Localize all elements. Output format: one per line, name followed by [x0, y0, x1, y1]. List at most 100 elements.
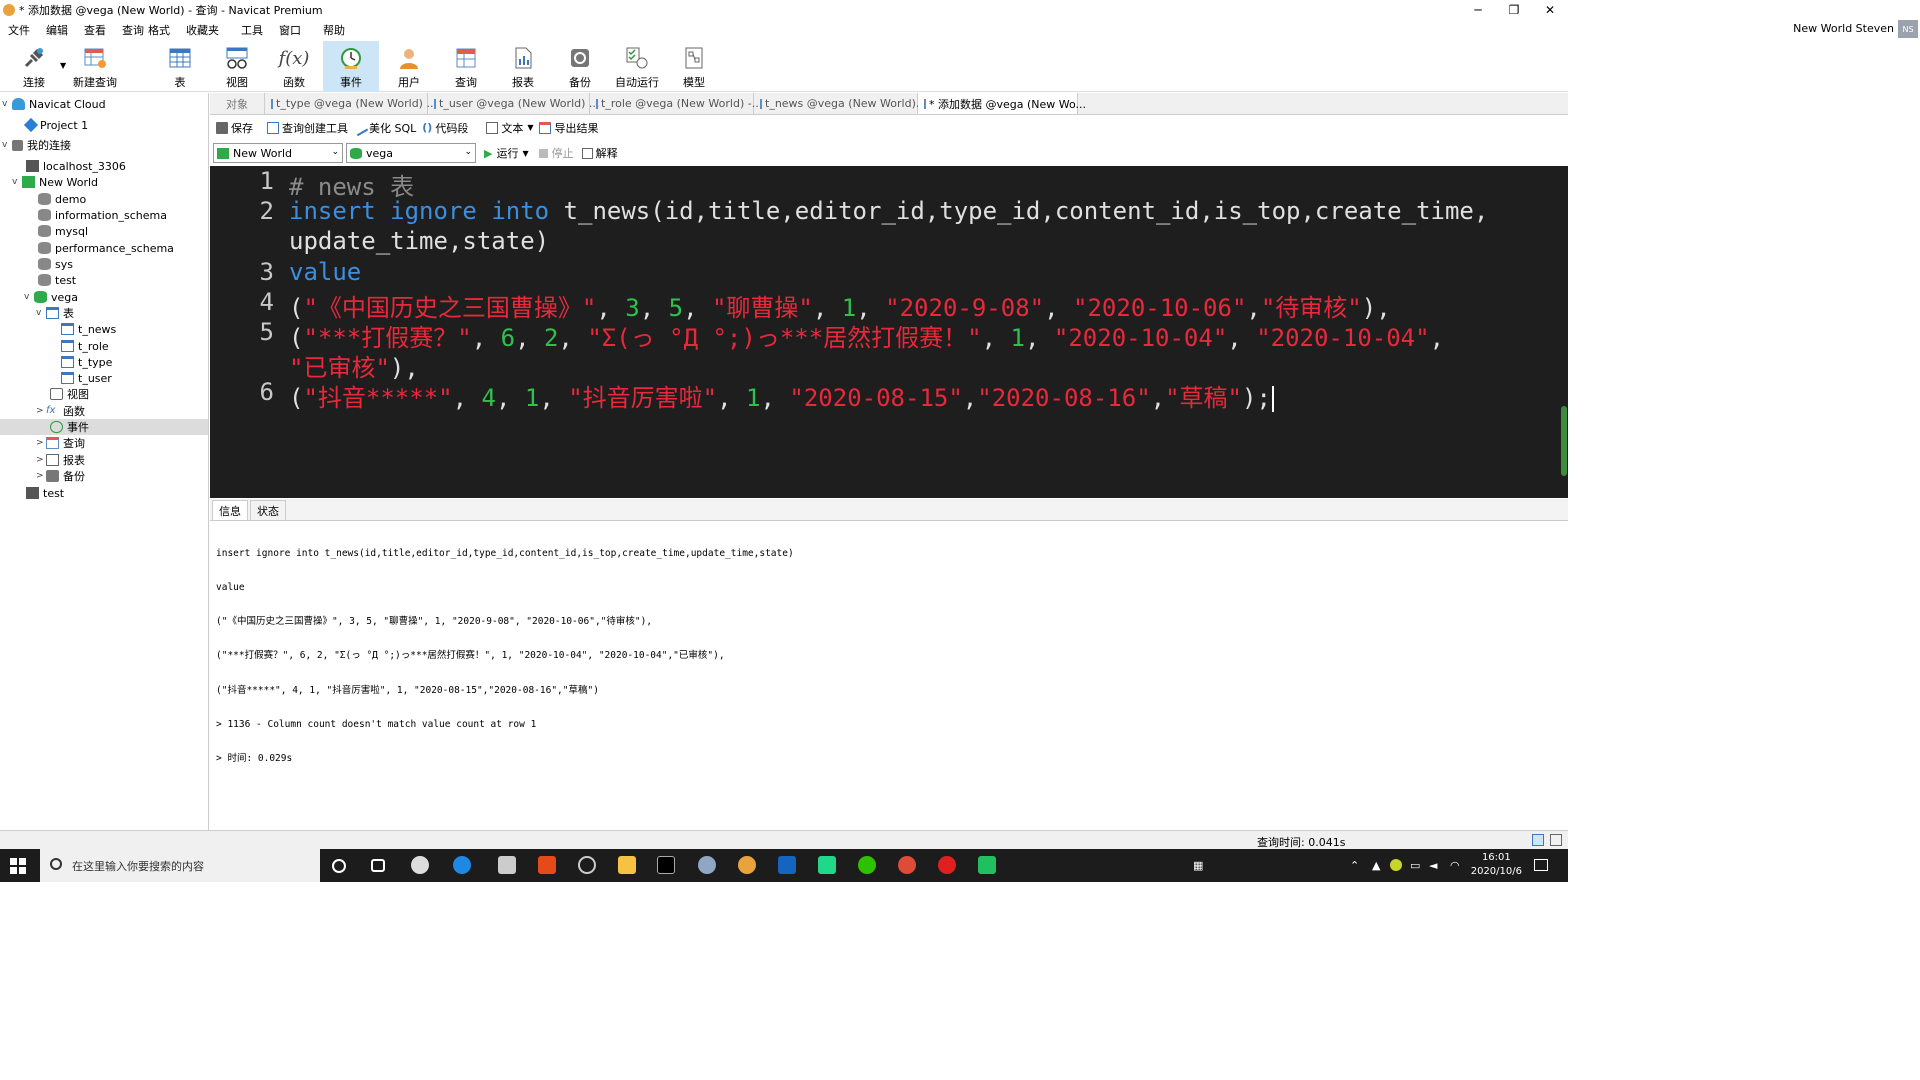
- tab-status[interactable]: 状态: [250, 500, 286, 520]
- query-builder-button[interactable]: 查询创建工具: [267, 120, 348, 136]
- store-icon[interactable]: [498, 856, 516, 874]
- tree-item-t-role[interactable]: t_role: [61, 338, 109, 354]
- tree-item-test-db[interactable]: test: [38, 272, 76, 288]
- tree-item-queries[interactable]: > 查询: [36, 435, 85, 451]
- pycharm-icon[interactable]: [818, 856, 836, 874]
- tab-t-role[interactable]: t_role @vega (New World) -...: [590, 93, 762, 114]
- connect-dropdown-icon[interactable]: ▼: [60, 61, 66, 70]
- sql-editor[interactable]: 123456 # news 表 insert ignore into t_news…: [210, 166, 1568, 498]
- tree-item-t-user[interactable]: t_user: [61, 370, 112, 386]
- tree-item-reports[interactable]: > 报表: [36, 452, 85, 468]
- action-center-icon[interactable]: [1534, 859, 1548, 871]
- database-select[interactable]: vega ⌄: [346, 143, 476, 163]
- query-button[interactable]: 查询: [438, 41, 494, 92]
- tree-item-test-connection[interactable]: test: [26, 485, 64, 501]
- report-button[interactable]: 报表: [495, 41, 551, 92]
- tree-item-vega[interactable]: v vega: [24, 289, 78, 305]
- settings-icon[interactable]: [578, 856, 596, 874]
- explain-button[interactable]: 解释: [581, 145, 618, 161]
- expand-arrow-icon[interactable]: v: [2, 140, 12, 150]
- expand-arrow-icon[interactable]: >: [36, 406, 46, 416]
- menu-favorites[interactable]: 收藏夹: [178, 22, 227, 38]
- connect-button[interactable]: 连接: [6, 41, 62, 92]
- tree-item-sys[interactable]: sys: [38, 256, 73, 272]
- expand-arrow-icon[interactable]: v: [12, 177, 22, 187]
- tree-item-new-world[interactable]: v New World: [12, 174, 98, 190]
- input-method-icon[interactable]: ▦: [1193, 859, 1203, 872]
- tab-objects[interactable]: 对象: [210, 93, 265, 114]
- tree-item-navicat-cloud[interactable]: v Navicat Cloud: [2, 96, 106, 112]
- tree-item-mysql[interactable]: mysql: [38, 223, 88, 239]
- navicat-taskbar-icon[interactable]: [738, 856, 756, 874]
- tree-item-functions[interactable]: > fx 函数: [36, 403, 85, 419]
- wifi-icon[interactable]: ◠: [1450, 859, 1460, 872]
- user-button[interactable]: 用户: [381, 41, 437, 92]
- connection-select[interactable]: New World ⌄: [213, 143, 343, 163]
- close-button[interactable]: ✕: [1532, 0, 1568, 20]
- tree-item-events[interactable]: 事件: [0, 419, 208, 435]
- tree-item-my-connections[interactable]: v 我的连接: [2, 137, 71, 153]
- layout-split-icon[interactable]: [1532, 834, 1544, 846]
- layout-single-icon[interactable]: [1550, 834, 1562, 846]
- volume-icon[interactable]: ◄: [1429, 859, 1437, 872]
- code-line[interactable]: update_time,state): [289, 227, 549, 255]
- code-line[interactable]: ("***打假赛？", 6, 2, "Σ(っ °Д °;)っ***居然打假赛！"…: [289, 318, 1444, 353]
- taskbar-search[interactable]: 在这里输入你要搜索的内容: [40, 849, 320, 882]
- system-clock[interactable]: 16:01 2020/10/6: [1471, 851, 1522, 879]
- edge-browser-icon[interactable]: [453, 856, 471, 874]
- wechat-icon[interactable]: [858, 856, 876, 874]
- user-name[interactable]: New World Steven: [1793, 22, 1894, 35]
- menu-help[interactable]: 帮助: [315, 22, 353, 38]
- tab-add-data-query[interactable]: * 添加数据 @vega (New Wo...: [918, 93, 1086, 114]
- office-icon[interactable]: [538, 856, 556, 874]
- expand-arrow-icon[interactable]: >: [36, 438, 46, 448]
- run-dropdown-icon[interactable]: ▼: [522, 149, 528, 158]
- tree-item-tables[interactable]: v表: [36, 305, 74, 321]
- avatar[interactable]: NS: [1898, 20, 1918, 38]
- text-dropdown-icon[interactable]: ▼: [527, 123, 533, 132]
- editor-scrollbar[interactable]: [1560, 166, 1568, 498]
- tree-item-information-schema[interactable]: information_schema: [38, 207, 167, 223]
- tab-t-user[interactable]: t_user @vega (New World) ...: [428, 93, 599, 114]
- tree-item-backups[interactable]: > 备份: [36, 468, 85, 484]
- new-query-button[interactable]: 新建查询: [67, 41, 123, 92]
- tab-message[interactable]: 信息: [212, 500, 248, 520]
- menu-file[interactable]: 文件: [0, 22, 38, 38]
- menu-window[interactable]: 窗口: [271, 22, 309, 38]
- chrome-icon[interactable]: [898, 856, 916, 874]
- menu-edit[interactable]: 编辑: [38, 22, 76, 38]
- expand-arrow-icon[interactable]: >: [36, 455, 46, 465]
- tree-item-t-news[interactable]: t_news: [61, 321, 116, 337]
- netease-music-icon[interactable]: [938, 856, 956, 874]
- windows-start-icon[interactable]: [10, 858, 26, 874]
- run-button[interactable]: ▶ 运行 ▼: [484, 145, 529, 161]
- menu-view[interactable]: 查看: [76, 22, 114, 38]
- save-button[interactable]: 保存: [216, 120, 253, 136]
- backup-button[interactable]: 备份: [552, 41, 608, 92]
- tree-item-localhost-3306[interactable]: localhost_3306: [26, 158, 126, 174]
- code-snippet-button[interactable]: () 代码段: [422, 120, 468, 136]
- powershell-icon[interactable]: [778, 856, 796, 874]
- text-button[interactable]: 文本 ▼: [486, 120, 533, 136]
- scrollbar-thumb[interactable]: [1561, 406, 1567, 476]
- tree-item-t-type[interactable]: t_type: [61, 354, 112, 370]
- tree-item-demo[interactable]: demo: [38, 191, 86, 207]
- model-button[interactable]: 模型: [666, 41, 722, 92]
- tree-item-project-1[interactable]: Project 1: [23, 117, 88, 133]
- event-button[interactable]: 事件: [323, 41, 379, 92]
- task-view-icon[interactable]: [371, 859, 385, 872]
- expand-arrow-icon[interactable]: >: [36, 471, 46, 481]
- maximize-button[interactable]: ❐: [1496, 0, 1532, 20]
- mysql-workbench-icon[interactable]: [698, 856, 716, 874]
- menu-query[interactable]: 查询: [114, 22, 146, 38]
- function-button[interactable]: f(x) 函数: [266, 41, 322, 92]
- export-result-button[interactable]: 导出结果: [539, 120, 598, 136]
- tree-item-performance-schema[interactable]: performance_schema: [38, 240, 174, 256]
- notification-bell-icon[interactable]: ▲: [1372, 859, 1380, 872]
- tree-item-views[interactable]: 视图: [50, 386, 89, 402]
- typora-icon[interactable]: [978, 856, 996, 874]
- tab-t-news[interactable]: t_news @vega (New World)...: [754, 93, 926, 114]
- expand-arrow-icon[interactable]: v: [24, 292, 34, 302]
- minimize-button[interactable]: ─: [1460, 0, 1496, 20]
- terminal-icon[interactable]: [657, 856, 675, 874]
